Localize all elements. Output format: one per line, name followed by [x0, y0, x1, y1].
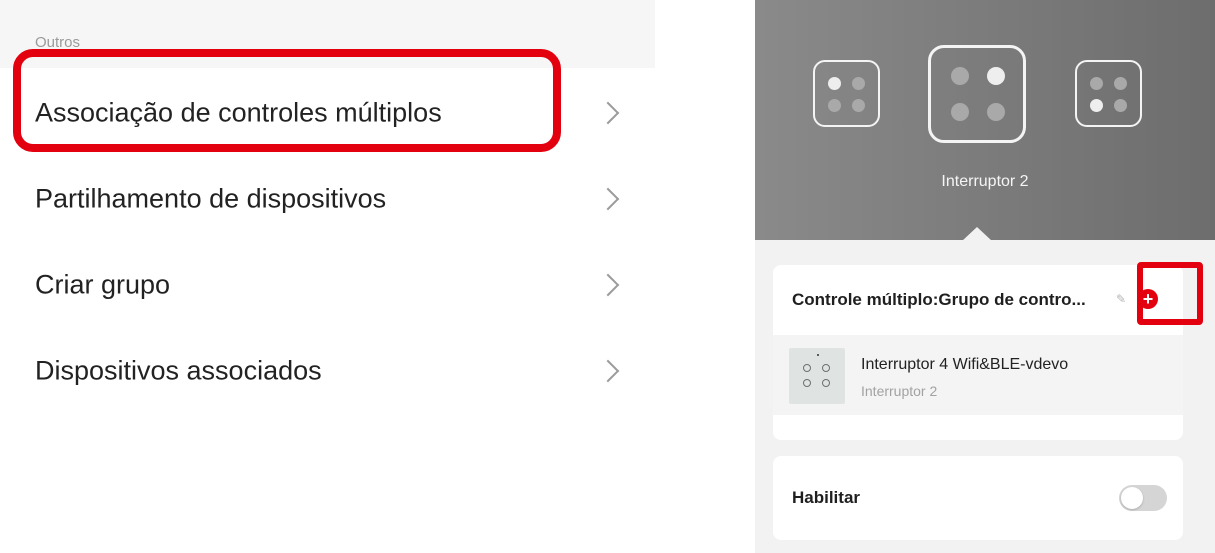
edit-icon[interactable]: ✎ [1116, 293, 1128, 305]
enable-card: Habilitar [773, 456, 1183, 540]
button-ring-icon [822, 379, 830, 387]
menu-item-label: Associação de controles múltiplos [35, 97, 442, 128]
enable-label: Habilitar [792, 488, 861, 507]
menu-item-device-sharing[interactable]: Partilhamento de dispositivos [0, 156, 655, 242]
section-header: Outros [0, 0, 655, 68]
button-dot-icon [828, 77, 841, 90]
button-dot-icon [987, 67, 1005, 85]
multi-control-title: Controle múltiplo:Grupo de contro... [792, 290, 1086, 309]
button-dot-icon [1114, 77, 1127, 90]
chevron-right-icon [596, 187, 620, 211]
button-dot-icon [951, 67, 969, 85]
button-dot-icon [1090, 99, 1103, 112]
button-dot-icon [951, 103, 969, 121]
button-ring-icon [803, 364, 811, 372]
switch-option-2-selected[interactable] [928, 45, 1026, 143]
button-dot-icon [828, 99, 841, 112]
enable-toggle[interactable] [1119, 485, 1167, 511]
toggle-knob [1121, 487, 1143, 509]
multi-control-card: Controle múltiplo:Grupo de contro... ✎ +… [773, 262, 1203, 440]
settings-list-panel: Outros Associação de controles múltiplos… [0, 0, 655, 553]
button-ring-icon [822, 364, 830, 372]
button-dot-icon [1114, 99, 1127, 112]
menu-item-associated-devices[interactable]: Dispositivos associados [0, 328, 655, 414]
multi-control-panel: Interruptor 2 Controle múltiplo:Grupo de… [755, 0, 1215, 553]
associated-device-row[interactable]: Interruptor 4 Wifi&BLE-vdevo Interruptor… [773, 335, 1183, 415]
menu-item-label: Criar grupo [35, 269, 171, 300]
menu-item-create-group[interactable]: Criar grupo [0, 242, 655, 328]
chevron-right-icon [596, 273, 620, 297]
switch-option-3[interactable] [1075, 60, 1142, 127]
button-dot-icon [852, 77, 865, 90]
switch-selector-header: Interruptor 2 [755, 0, 1215, 241]
plus-circle-icon[interactable]: + [1138, 289, 1158, 309]
button-dot-icon [1090, 77, 1103, 90]
button-dot-icon [987, 103, 1005, 121]
switch-option-1[interactable] [813, 60, 880, 127]
section-header-label: Outros [35, 34, 81, 51]
menu-item-label: Dispositivos associados [35, 355, 322, 386]
button-dot-icon [852, 99, 865, 112]
chevron-right-icon [596, 101, 620, 125]
pointer-notch [962, 227, 992, 241]
device-switch-label: Interruptor 2 [861, 383, 938, 399]
indicator-dot-icon [817, 354, 819, 356]
menu-item-label: Partilhamento de dispositivos [35, 183, 387, 214]
device-name: Interruptor 4 Wifi&BLE-vdevo [861, 356, 1069, 373]
chevron-right-icon [596, 359, 620, 383]
button-ring-icon [803, 379, 811, 387]
menu-item-multi-control-association[interactable]: Associação de controles múltiplos [0, 70, 655, 156]
selected-switch-label: Interruptor 2 [941, 173, 1029, 190]
device-thumbnail [789, 348, 845, 404]
